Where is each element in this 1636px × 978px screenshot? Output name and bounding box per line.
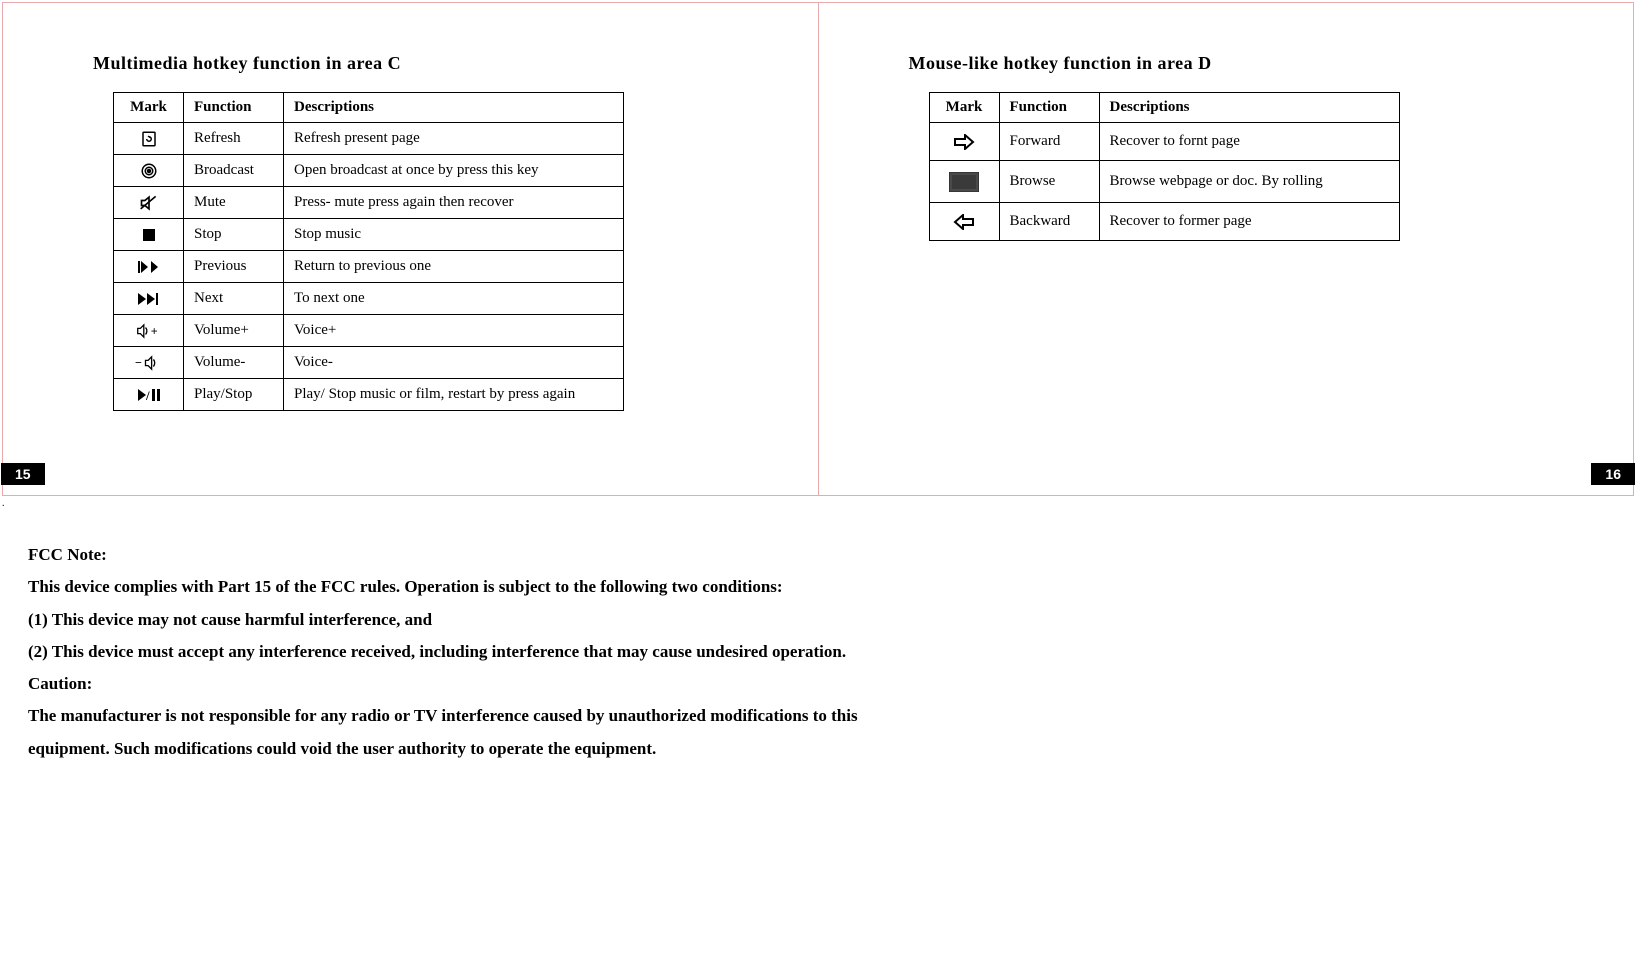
forward-arrow-icon [929,123,999,161]
table-row: Broadcast Open broadcast at once by pres… [114,155,624,187]
th-descriptions: Descriptions [284,93,624,123]
svg-text:+: + [150,324,157,338]
cell-desc: Voice- [284,347,624,379]
volume-up-icon: + [114,315,184,347]
fcc-caution-body: The manufacturer is not responsible for … [28,700,928,765]
left-title: Multimedia hotkey function in area C [93,53,758,74]
fcc-caution: Caution: [28,668,928,700]
cell-function: Browse [999,161,1099,203]
fcc-note: FCC Note: This device complies with Part… [28,539,928,765]
cell-desc: Refresh present page [284,123,624,155]
backward-arrow-icon [929,203,999,241]
cell-function: Mute [184,187,284,219]
cell-desc: Open broadcast at once by press this key [284,155,624,187]
page-left: Multimedia hotkey function in area C Mar… [3,3,819,495]
table-row: Previous Return to previous one [114,251,624,283]
cell-function: Volume- [184,347,284,379]
cell-desc: Return to previous one [284,251,624,283]
page-spread: Multimedia hotkey function in area C Mar… [2,2,1634,496]
th-descriptions: Descriptions [1099,93,1399,123]
cell-desc: Play/ Stop music or film, restart by pre… [284,379,624,411]
mute-icon [114,187,184,219]
cell-desc: Browse webpage or doc. By rolling [1099,161,1399,203]
play-stop-icon: / [114,379,184,411]
table-area-c: Mark Function Descriptions Refresh Refre… [113,92,624,411]
browse-icon [929,161,999,203]
page-number-right: 16 [1591,463,1635,485]
th-mark: Mark [929,93,999,123]
cell-function: Stop [184,219,284,251]
cell-desc: Stop music [284,219,624,251]
table-row: Backward Recover to former page [929,203,1399,241]
table-row: Browse Browse webpage or doc. By rolling [929,161,1399,203]
th-function: Function [999,93,1099,123]
next-icon [114,283,184,315]
svg-text:−: − [135,355,142,369]
cell-function: Backward [999,203,1099,241]
table-row: Mute Press- mute press again then recove… [114,187,624,219]
table-header-row: Mark Function Descriptions [929,93,1399,123]
table-row: − Volume- Voice- [114,347,624,379]
refresh-icon [114,123,184,155]
cell-function: Next [184,283,284,315]
cell-function: Broadcast [184,155,284,187]
th-mark: Mark [114,93,184,123]
table-row: Stop Stop music [114,219,624,251]
svg-text:/: / [145,389,150,401]
broadcast-icon [114,155,184,187]
fcc-line1: This device complies with Part 15 of the… [28,571,928,603]
cell-desc: Press- mute press again then recover [284,187,624,219]
fcc-line2: (1) This device may not cause harmful in… [28,604,928,636]
table-row: Next To next one [114,283,624,315]
cell-desc: Recover to former page [1099,203,1399,241]
cell-function: Forward [999,123,1099,161]
fcc-heading: FCC Note: [28,539,928,571]
table-row: / Play/Stop Play/ Stop music or film, re… [114,379,624,411]
cell-function: Refresh [184,123,284,155]
th-function: Function [184,93,284,123]
table-row: + Volume+ Voice+ [114,315,624,347]
stray-mark: . [2,498,1636,509]
cell-function: Previous [184,251,284,283]
previous-icon [114,251,184,283]
cell-desc: Voice+ [284,315,624,347]
table-row: Forward Recover to fornt page [929,123,1399,161]
table-area-d: Mark Function Descriptions Forward Recov… [929,92,1400,241]
cell-desc: To next one [284,283,624,315]
cell-desc: Recover to fornt page [1099,123,1399,161]
cell-function: Play/Stop [184,379,284,411]
page-right: Mouse-like hotkey function in area D Mar… [819,3,1634,495]
page-number-left: 15 [1,463,45,485]
stop-icon [114,219,184,251]
volume-down-icon: − [114,347,184,379]
cell-function: Volume+ [184,315,284,347]
fcc-line3: (2) This device must accept any interfer… [28,636,928,668]
table-row: Refresh Refresh present page [114,123,624,155]
table-header-row: Mark Function Descriptions [114,93,624,123]
right-title: Mouse-like hotkey function in area D [909,53,1574,74]
